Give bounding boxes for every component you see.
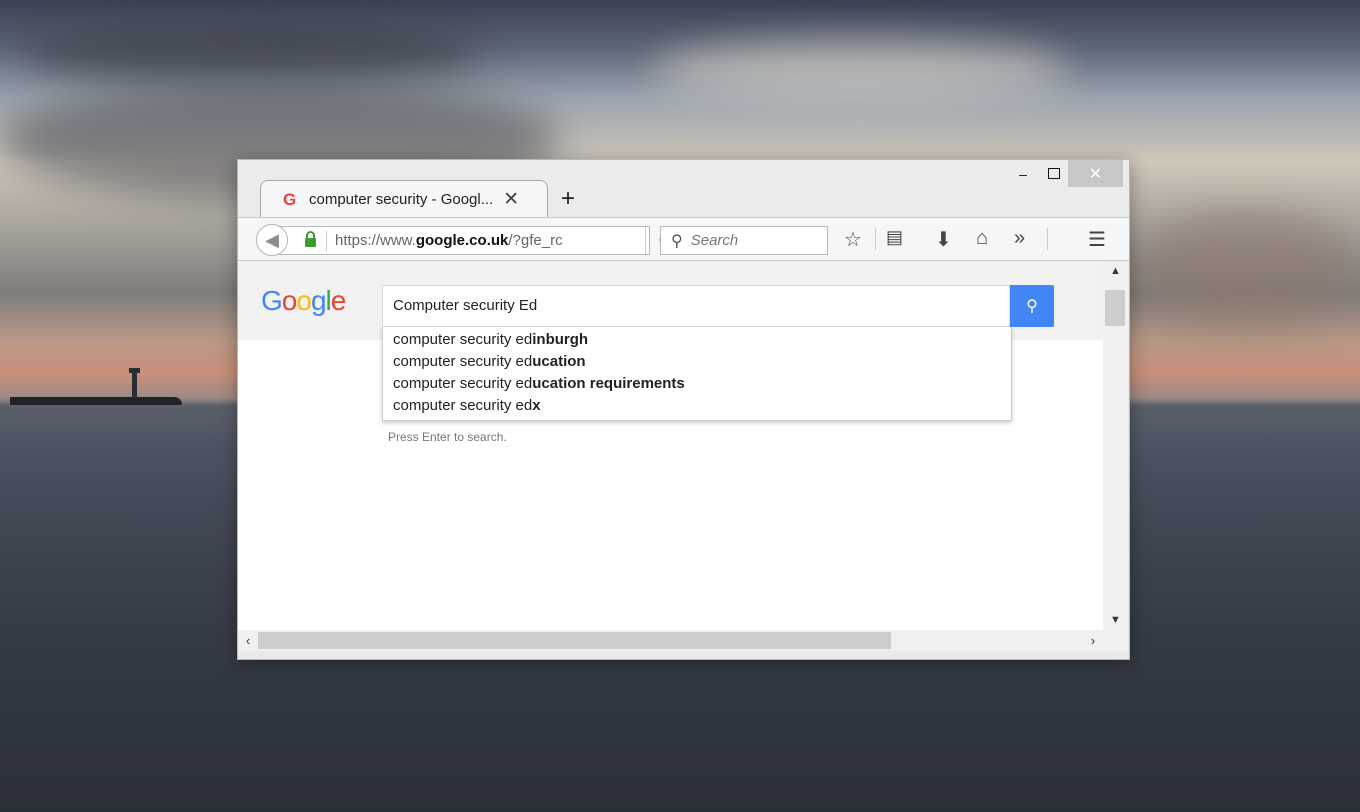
url-bar[interactable]: https://www.google.co.uk/?gfe_rc ⟳ [276, 226, 673, 255]
browser-window: G computer security - Googl... ✕ + – ✕ h… [237, 159, 1130, 660]
close-window-button[interactable]: ✕ [1068, 160, 1123, 187]
lock-icon [305, 231, 316, 247]
logo-letter: G [261, 285, 283, 316]
scroll-thumb[interactable] [258, 632, 891, 649]
lighthouse [132, 371, 137, 398]
logo-letter: g [310, 285, 327, 316]
tab-title: computer security - Googl... [309, 191, 494, 208]
search-placeholder: Search [690, 232, 739, 249]
scroll-thumb[interactable] [1105, 290, 1125, 326]
suggestion-dropdown: computer security edinburgh computer sec… [382, 327, 1012, 421]
home-icon[interactable]: ⌂ [976, 227, 988, 250]
star-icon[interactable]: ☆ [844, 227, 862, 252]
lighthouse-top [129, 368, 140, 373]
google-favicon-icon: G [283, 189, 297, 209]
scroll-up-icon[interactable]: ▲ [1103, 261, 1128, 281]
pier [10, 397, 182, 405]
url-text: https://www.google.co.uk/?gfe_rc [335, 232, 563, 249]
logo-letter: o [296, 285, 312, 316]
download-icon[interactable]: ⬇ [935, 227, 952, 252]
suggestion-item[interactable]: computer security education requirements [383, 373, 1011, 395]
maximize-button[interactable] [1039, 160, 1069, 187]
logo-letter: o [281, 285, 298, 316]
minimize-button[interactable]: – [1008, 160, 1038, 187]
google-search-button[interactable]: ⚲ [1010, 285, 1054, 327]
suggestion-item[interactable]: computer security education [383, 351, 1011, 373]
search-icon: ⚲ [1026, 298, 1038, 315]
toolbar-separator [875, 228, 876, 250]
cloud [20, 20, 480, 80]
maximize-icon [1048, 168, 1060, 179]
search-icon: ⚲ [671, 232, 683, 250]
press-enter-hint: Press Enter to search. [388, 430, 507, 444]
toolbar-separator [1047, 228, 1048, 250]
page-content: Google Computer security Ed ⚲ computer s… [238, 261, 1103, 630]
search-box[interactable]: ⚲ Search [660, 226, 828, 255]
suggestion-item[interactable]: computer security edx [383, 395, 1011, 417]
vertical-scrollbar[interactable]: ▲ ▼ [1103, 261, 1128, 630]
horizontal-scrollbar[interactable]: ‹ › [238, 630, 1103, 651]
overflow-icon[interactable]: » [1014, 227, 1025, 250]
tab-close-icon[interactable]: ✕ [503, 188, 519, 211]
cloud [1130, 210, 1360, 330]
menu-icon[interactable]: ☰ [1088, 227, 1106, 252]
logo-letter: e [330, 285, 347, 316]
back-arrow-icon: ◀ [265, 229, 279, 250]
suggestion-item[interactable]: computer security edinburgh [383, 329, 1011, 351]
back-button[interactable]: ◀ [256, 224, 288, 256]
navigation-bar: https://www.google.co.uk/?gfe_rc ⟳ ◀ ⚲ S… [238, 217, 1129, 261]
scroll-right-icon[interactable]: › [1083, 630, 1103, 651]
cloud [650, 40, 1070, 100]
scroll-down-icon[interactable]: ▼ [1103, 610, 1128, 630]
google-logo[interactable]: Google [261, 285, 347, 317]
new-tab-button[interactable]: + [561, 185, 575, 213]
scroll-left-icon[interactable]: ‹ [238, 630, 258, 651]
scrollbar-corner [1103, 630, 1128, 651]
title-bar: G computer security - Googl... ✕ + – ✕ [238, 160, 1129, 218]
google-search-input[interactable]: Computer security Ed [382, 285, 1010, 327]
url-separator [326, 230, 327, 251]
reading-list-icon[interactable]: ▤ [886, 227, 903, 248]
tab-active[interactable]: G computer security - Googl... ✕ [260, 180, 548, 218]
